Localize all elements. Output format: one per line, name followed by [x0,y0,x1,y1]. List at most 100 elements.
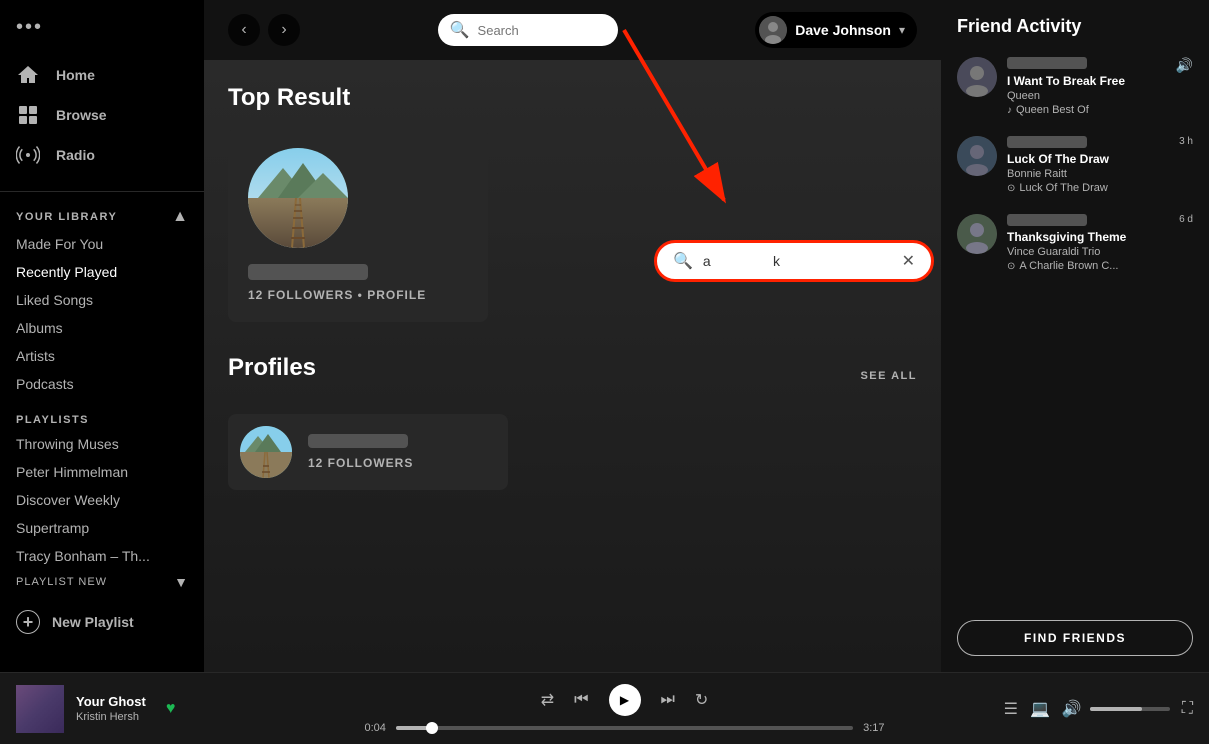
home-icon [16,63,40,87]
friend-item-header-2: 3 h [1007,136,1193,152]
friend-item-header-3: 6 d [1007,214,1193,230]
sidebar-item-radio[interactable]: Radio [0,135,204,175]
profile-avatar-inner [240,426,292,478]
friend-time-2: 3 h [1179,136,1193,147]
home-label: Home [56,67,95,83]
library-item-podcasts[interactable]: Podcasts [8,370,196,398]
next-button[interactable]: ⏭ [661,691,675,709]
prev-button[interactable]: ⏮ [574,691,588,709]
queue-icon[interactable]: ☰ [1004,699,1018,719]
friend-info-3: 6 d Thanksgiving Theme Vince Guaraldi Tr… [1007,214,1193,272]
main-header: ‹ › 🔍 Dave Johnson [204,0,941,60]
library-toggle-icon[interactable]: ▲ [172,208,188,226]
top-result-card[interactable]: 12 FOLLOWERS • PROFILE [228,128,488,322]
player-track-name: Your Ghost [76,694,146,709]
friend-name-blur-1 [1007,57,1087,69]
header-search-bar[interactable]: 🔍 [438,14,618,46]
friend-item-2: 3 h Luck Of The Draw Bonnie Raitt ⊙ Luck… [957,136,1193,194]
fullscreen-icon[interactable]: ⛶ [1182,700,1193,718]
playlist-new-label: Playlist New [16,576,107,588]
friend-info-1: 🔊 I Want To Break Free Queen ♪ Queen Bes… [1007,57,1193,116]
playlists-list: Throwing Muses Peter Himmelman Discover … [0,430,204,570]
friend-item-1: 🔊 I Want To Break Free Queen ♪ Queen Bes… [957,57,1193,116]
profile-info: 12 FOLLOWERS [308,434,413,470]
library-item-made-for-you[interactable]: Made For You [8,230,196,258]
top-result-image-inner [248,148,348,248]
friend-track-1: I Want To Break Free [1007,74,1193,88]
main-content: ‹ › 🔍 Dave Johnson [204,0,941,672]
header-search-input[interactable] [478,23,606,38]
playlist-item-throwing-muses[interactable]: Throwing Muses [0,430,204,458]
library-item-recently-played[interactable]: Recently Played [8,258,196,286]
music-note-icon-2: ⊙ [1007,183,1015,194]
friend-avatar-3 [957,214,997,254]
radio-label: Radio [56,147,95,163]
new-playlist-label: New Playlist [52,614,134,630]
new-playlist-button[interactable]: + New Playlist [0,602,204,642]
volume-bar[interactable] [1090,707,1170,711]
top-result-followers: 12 FOLLOWERS • PROFILE [248,288,468,302]
player-heart-icon[interactable]: ♥ [166,700,176,718]
playlists-header: PLAYLISTS [0,398,204,430]
volume-icon[interactable]: 🔊 [1062,699,1082,719]
library-item-albums[interactable]: Albums [8,314,196,342]
player-center: ⇄ ⏮ ▶ ⏭ ↻ 0:04 3:17 [292,684,957,734]
player-progress: 0:04 3:17 [365,722,885,734]
progress-bar[interactable] [396,726,853,730]
repeat-button[interactable]: ↻ [695,690,708,710]
shuffle-button[interactable]: ⇄ [541,690,554,710]
player-track-info: Your Ghost Kristin Hersh [76,694,146,723]
profiles-section: Profiles SEE ALL [228,354,917,490]
player-left: Your Ghost Kristin Hersh ♥ [16,685,276,733]
player-artist-name: Kristin Hersh [76,711,146,723]
nav-back-button[interactable]: ‹ [228,14,260,46]
playlist-item-peter-himmelman[interactable]: Peter Himmelman [0,458,204,486]
friend-activity-title: Friend Activity [957,16,1193,37]
player-album-art [16,685,64,733]
user-profile-button[interactable]: Dave Johnson ▾ [755,12,917,48]
top-result-title: Top Result [228,84,917,112]
friend-album-1: Queen Best Of [1016,104,1089,116]
profiles-header: Profiles SEE ALL [228,354,917,398]
playlist-item-tracy-bonham[interactable]: Tracy Bonham – Th... [0,542,204,570]
library-item-artists[interactable]: Artists [8,342,196,370]
player-current-time: 0:04 [365,722,386,734]
find-friends-button[interactable]: FIND FRIENDS [957,620,1193,656]
top-result-section: Top Result [228,84,917,322]
devices-icon[interactable]: 💻 [1030,699,1050,719]
friend-name-blur-3 [1007,214,1087,226]
floating-search-bar[interactable]: 🔍 ✕ [654,240,934,282]
volume-fill [1090,707,1142,711]
more-options-icon[interactable]: ••• [16,16,43,39]
player-total-time: 3:17 [863,722,884,734]
sidebar-top-menu[interactable]: ••• [0,8,204,47]
nav-forward-button[interactable]: › [268,14,300,46]
sidebar-item-browse[interactable]: Browse [0,95,204,135]
friend-album-row-3: ⊙ A Charlie Brown C... [1007,260,1193,272]
friend-track-2: Luck Of The Draw [1007,152,1193,166]
profile-card[interactable]: 12 FOLLOWERS [228,414,508,490]
library-items: Made For You Recently Played Liked Songs… [0,230,204,398]
your-library-header: YOUR LIBRARY ▲ [0,200,204,230]
playlist-item-supertramp[interactable]: Supertramp [0,514,204,542]
see-all-button[interactable]: SEE ALL [860,370,917,382]
player-album-art-inner [16,685,64,733]
profile-avatar [240,426,292,478]
profile-followers: 12 FOLLOWERS [308,456,413,470]
top-result-image [248,148,348,248]
library-item-liked-songs[interactable]: Liked Songs [8,286,196,314]
play-pause-button[interactable]: ▶ [609,684,641,716]
progress-bar-thumb [426,722,438,734]
playlist-item-discover-weekly[interactable]: Discover Weekly [0,486,204,514]
user-name: Dave Johnson [795,22,891,38]
playing-icon-1: 🔊 [1176,57,1193,74]
player-bar: Your Ghost Kristin Hersh ♥ ⇄ ⏮ ▶ ⏭ ↻ 0:0… [0,672,1209,744]
floating-search-clear-icon[interactable]: ✕ [902,251,915,271]
volume-container: 🔊 [1062,699,1170,719]
floating-search-input[interactable] [703,253,892,269]
friend-album-3: A Charlie Brown C... [1019,260,1118,272]
sidebar-item-home[interactable]: Home [0,55,204,95]
chevron-down-icon: ▾ [899,23,905,37]
friend-info-2: 3 h Luck Of The Draw Bonnie Raitt ⊙ Luck… [1007,136,1193,194]
new-playlist-plus-icon: + [16,610,40,634]
